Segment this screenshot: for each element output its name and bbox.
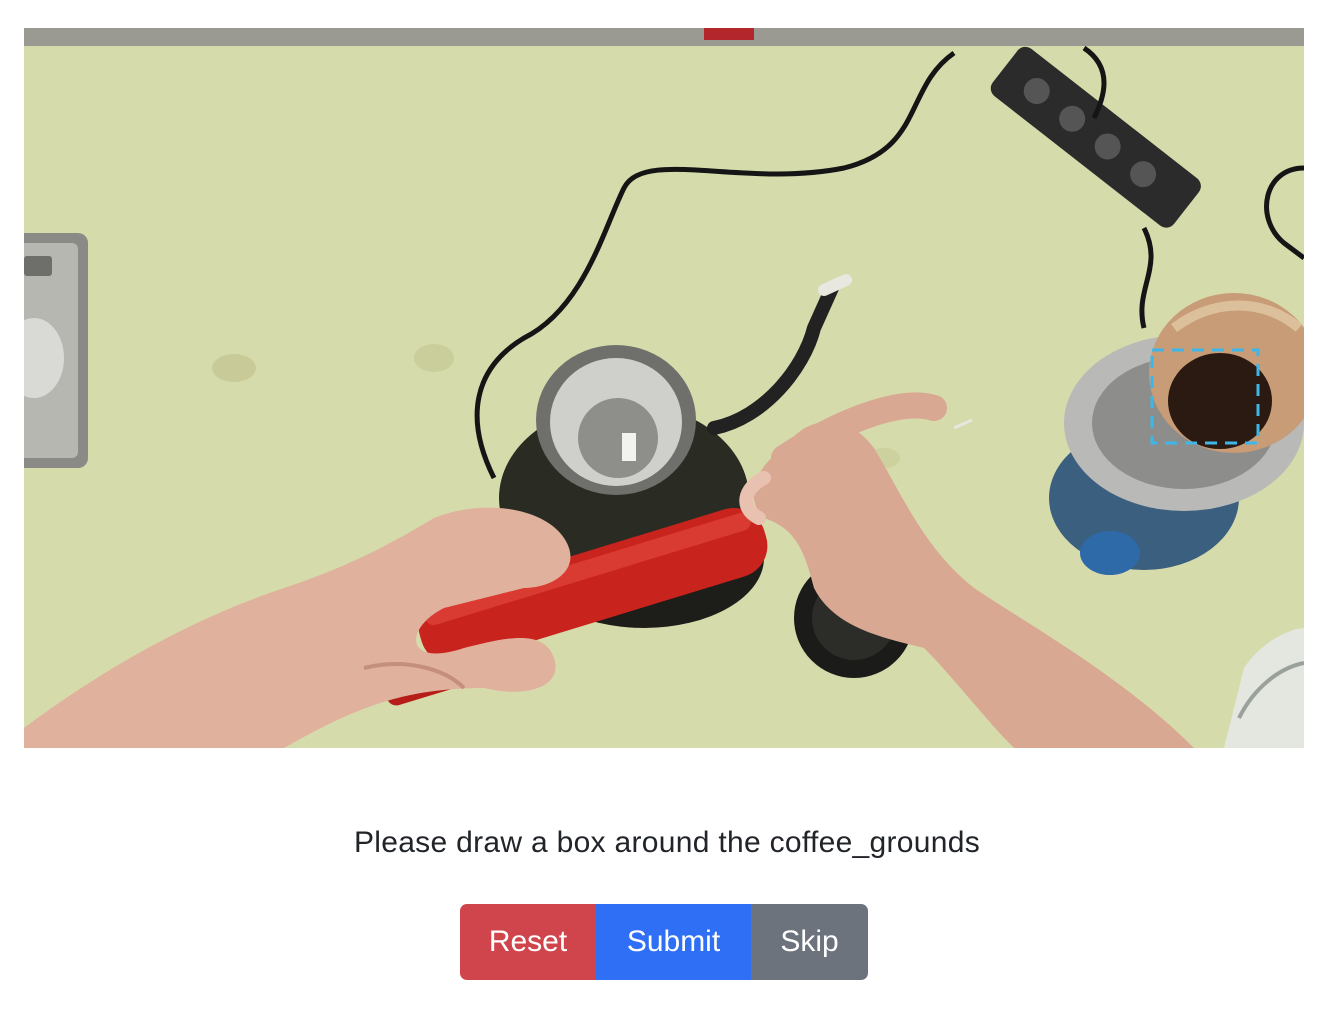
action-button-group: Reset Submit Skip xyxy=(460,904,868,980)
instruction-text: Please draw a box around the coffee_grou… xyxy=(353,826,981,859)
scene-image[interactable] xyxy=(24,28,1304,748)
background-wall xyxy=(24,28,1304,46)
stain xyxy=(212,354,256,382)
stain xyxy=(414,344,454,372)
kettle-reflection xyxy=(622,433,636,461)
annotation-canvas[interactable] xyxy=(24,28,1304,748)
red-object-top xyxy=(704,28,754,40)
coffee-grounds xyxy=(1168,353,1272,449)
skip-button[interactable]: Skip xyxy=(751,904,868,980)
reset-button[interactable]: Reset xyxy=(460,904,596,980)
grinder-button xyxy=(24,256,52,276)
kettle-inside xyxy=(578,398,658,478)
submit-button[interactable]: Submit xyxy=(596,904,751,980)
mug-handle xyxy=(1080,531,1140,575)
annotation-page: Please draw a box around the coffee_grou… xyxy=(0,0,1334,1018)
